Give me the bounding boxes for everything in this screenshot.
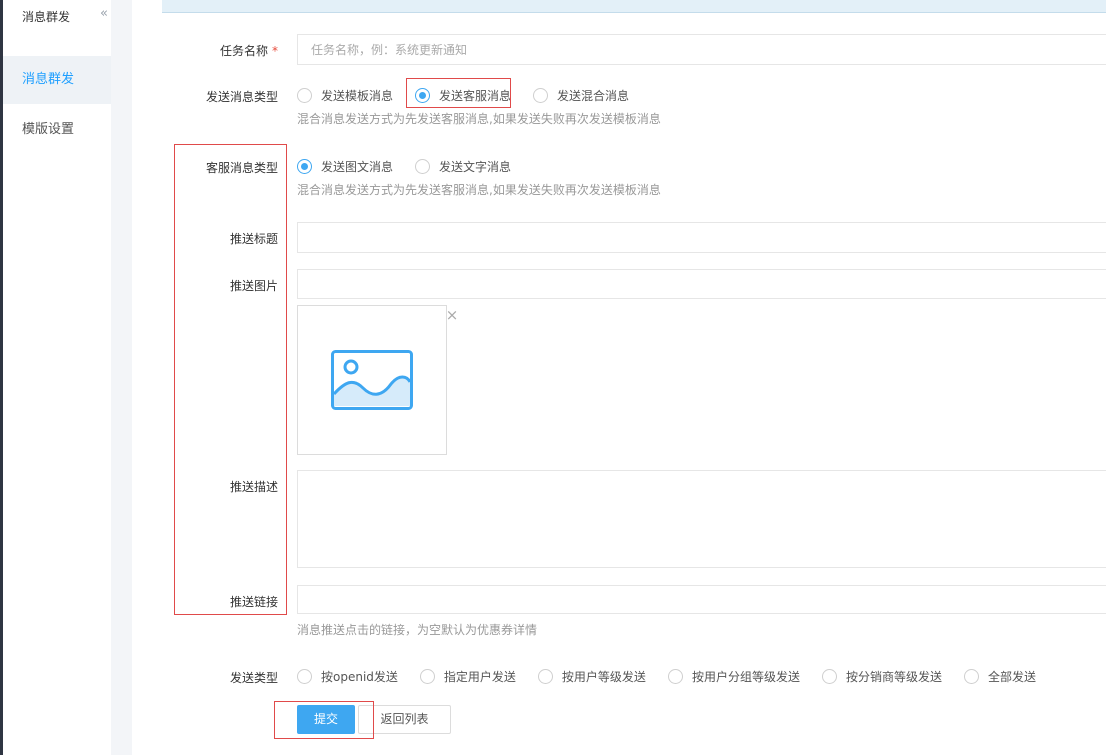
info-banner	[162, 0, 1106, 13]
push-title-field[interactable]	[297, 222, 1106, 253]
radio-by-user-level[interactable]: 按用户等级发送	[537, 668, 646, 685]
radio-send-template[interactable]: 发送模板消息	[297, 87, 393, 104]
target-type-radio-group: 按openid发送 指定用户发送 按用户等级发送 按用户分组等级发送 按分销商等…	[297, 666, 1058, 686]
task-name-field[interactable]	[297, 34, 1106, 65]
send-type-hint: 混合消息发送方式为先发送客服消息,如果发送失败再次发送模板消息	[297, 112, 661, 126]
push-image-label: 推送图片	[229, 279, 278, 293]
radio-label: 按分销商等级发送	[845, 669, 942, 684]
radio-circle[interactable]	[667, 668, 683, 684]
radio-circle[interactable]	[419, 668, 435, 684]
push-title-input[interactable]	[298, 223, 1106, 252]
collapse-icon[interactable]: «	[97, 4, 111, 24]
kefu-type-radio-group: 发送图文消息 发送文字消息	[297, 156, 533, 176]
radio-circle[interactable]	[537, 668, 553, 684]
radio-specific-user[interactable]: 指定用户发送	[419, 668, 516, 685]
radio-label: 指定用户发送	[443, 669, 516, 684]
sidebar: 消息群发 « 消息群发 模版设置	[3, 0, 111, 755]
radio-label: 按用户分组等级发送	[691, 669, 800, 684]
sidebar-title: 消息群发	[22, 10, 71, 24]
main-content: 任务名称 * 发送消息类型 发送模板消息 发送客服消息 发送混合消息 混合消息发送…	[132, 0, 1106, 755]
radio-circle[interactable]	[297, 158, 312, 174]
radio-circle[interactable]	[415, 158, 431, 174]
push-link-hint: 消息推送点击的链接，为空默认为优惠券详情	[297, 623, 538, 637]
content-gutter	[111, 0, 132, 755]
radio-send-all[interactable]: 全部发送	[963, 668, 1036, 685]
push-title-label: 推送标题	[229, 232, 278, 246]
kefu-type-hint: 混合消息发送方式为先发送客服消息,如果发送失败再次发送模板消息	[297, 183, 661, 197]
target-type-label: 发送类型	[229, 671, 278, 685]
kefu-type-label: 客服消息类型	[205, 161, 278, 175]
radio-label: 发送客服消息	[439, 88, 512, 103]
push-link-label: 推送链接	[229, 595, 278, 609]
push-link-field[interactable]	[297, 585, 1106, 614]
send-type-label: 发送消息类型	[205, 90, 278, 104]
radio-send-mixed[interactable]: 发送混合消息	[533, 87, 629, 104]
sidebar-item-template-settings[interactable]: 模版设置	[3, 106, 111, 154]
radio-news-message[interactable]: 发送图文消息	[297, 158, 393, 175]
radio-circle[interactable]	[297, 87, 312, 103]
push-desc-label: 推送描述	[229, 480, 278, 494]
radio-label: 发送混合消息	[557, 88, 630, 103]
radio-by-user-group-level[interactable]: 按用户分组等级发送	[667, 668, 800, 685]
sidebar-item-message-broadcast[interactable]: 消息群发	[3, 56, 111, 104]
sidebar-header: 消息群发 «	[3, 0, 111, 32]
submit-button[interactable]: 提交	[297, 705, 355, 734]
radio-label: 发送文字消息	[439, 159, 512, 174]
radio-circle[interactable]	[963, 668, 979, 684]
image-upload-box[interactable]	[297, 305, 447, 455]
push-desc-textarea[interactable]	[297, 470, 1106, 568]
radio-by-distributor-level[interactable]: 按分销商等级发送	[821, 668, 942, 685]
delete-image-icon[interactable]: ×	[445, 308, 459, 323]
task-name-label: 任务名称 *	[132, 42, 278, 59]
radio-circle[interactable]	[821, 668, 837, 684]
radio-label: 按openid发送	[321, 669, 398, 684]
radio-label: 按用户等级发送	[561, 669, 646, 684]
push-image-input[interactable]	[298, 270, 1106, 298]
radio-by-openid[interactable]: 按openid发送	[297, 668, 398, 685]
back-to-list-button[interactable]: 返回列表	[358, 705, 451, 734]
radio-send-kefu[interactable]: 发送客服消息	[415, 87, 511, 104]
radio-circle[interactable]	[297, 668, 312, 684]
send-type-radio-group: 发送模板消息 发送客服消息 发送混合消息	[297, 85, 651, 105]
radio-label: 全部发送	[987, 669, 1036, 684]
radio-circle[interactable]	[415, 87, 431, 103]
radio-circle[interactable]	[533, 87, 549, 103]
highlight-kefu-section	[174, 144, 287, 615]
push-image-field[interactable]	[297, 269, 1106, 299]
image-placeholder-icon	[331, 350, 413, 410]
radio-label: 发送模板消息	[321, 88, 394, 103]
task-name-input[interactable]	[298, 35, 1106, 64]
required-mark: *	[272, 44, 278, 58]
radio-text-message[interactable]: 发送文字消息	[415, 158, 511, 175]
radio-label: 发送图文消息	[321, 159, 394, 174]
task-name-label-text: 任务名称	[219, 44, 268, 58]
push-link-input[interactable]	[298, 586, 1106, 613]
